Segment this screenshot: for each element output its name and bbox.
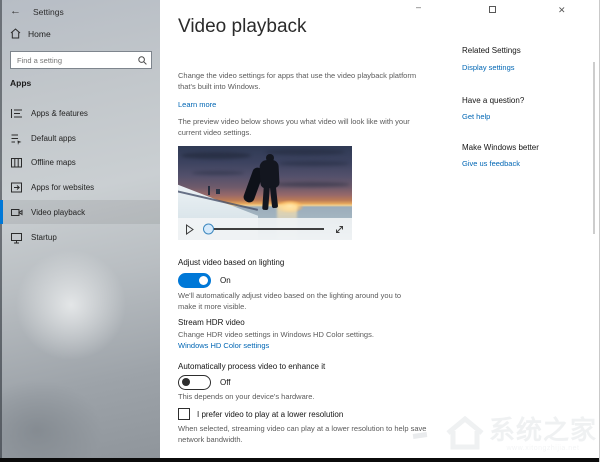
sidebar-item-label: Startup <box>31 233 57 242</box>
video-controls <box>178 218 352 240</box>
offline-maps-icon <box>10 156 23 169</box>
process-video-description: This depends on your device's hardware. <box>178 392 420 403</box>
learn-more-link[interactable]: Learn more <box>178 100 216 109</box>
intro-text: Change the video settings for apps that … <box>178 71 420 93</box>
sidebar-item-video-playback[interactable]: Video playback <box>0 200 160 224</box>
stream-hdr-label: Stream HDR video <box>178 318 245 327</box>
lower-resolution-description: When selected, streaming video can play … <box>178 424 430 446</box>
adjust-lighting-label: Adjust video based on lighting <box>178 258 284 267</box>
sidebar-item-label: Apps & features <box>31 109 88 118</box>
apps-for-websites-icon <box>10 181 23 194</box>
search-box[interactable] <box>10 51 152 69</box>
sidebar-item-apps-features[interactable]: Apps & features <box>0 101 160 125</box>
person-silhouette <box>251 154 291 218</box>
sidebar-item-label: Offline maps <box>31 158 76 167</box>
maximize-icon[interactable] <box>489 6 496 13</box>
get-help-link[interactable]: Get help <box>462 112 490 121</box>
process-video-toggle[interactable] <box>178 375 211 390</box>
process-video-label: Automatically process video to enhance i… <box>178 362 325 371</box>
search-icon[interactable] <box>138 56 151 65</box>
watermark-text: 系统之家 <box>489 417 597 443</box>
apps-features-icon <box>10 107 23 120</box>
related-settings-heading: Related Settings <box>462 46 521 55</box>
display-settings-link[interactable]: Display settings <box>462 63 515 72</box>
stream-hdr-description: Change HDR video settings in Windows HD … <box>178 330 420 341</box>
home-icon <box>10 28 21 39</box>
have-a-question-heading: Have a question? <box>462 96 524 105</box>
page-title: Video playback <box>178 16 307 38</box>
fullscreen-icon[interactable] <box>334 224 345 235</box>
sidebar-item-home[interactable]: Home <box>10 28 51 39</box>
give-us-feedback-link[interactable]: Give us feedback <box>462 159 520 168</box>
sidebar-item-label: Home <box>28 29 51 39</box>
video-preview[interactable] <box>178 146 352 240</box>
default-apps-icon <box>10 132 23 145</box>
seek-slider[interactable] <box>204 228 324 230</box>
startup-icon <box>10 231 23 244</box>
scrollbar[interactable] <box>593 62 596 234</box>
search-input[interactable] <box>11 52 138 68</box>
sidebar-item-apps-for-websites[interactable]: Apps for websites <box>0 175 160 199</box>
settings-window: ← Settings – ✕ Home Apps Apps & features <box>0 0 600 462</box>
video-playback-icon <box>10 206 23 219</box>
watermark: 系统之家 www.xitongzhijia.net <box>444 413 597 456</box>
sidebar-item-label: Apps for websites <box>31 183 94 192</box>
seek-slider-knob[interactable] <box>203 224 214 235</box>
sidebar-item-label: Video playback <box>31 208 85 217</box>
lower-resolution-checkbox[interactable] <box>178 408 190 420</box>
sidebar-item-label: Default apps <box>31 134 76 143</box>
play-icon[interactable] <box>185 224 194 235</box>
sidebar-section-apps: Apps <box>10 78 31 88</box>
sidebar-item-default-apps[interactable]: Default apps <box>0 126 160 150</box>
make-windows-better-heading: Make Windows better <box>462 143 539 152</box>
lower-resolution-label: I prefer video to play at a lower resolu… <box>197 410 343 419</box>
adjust-lighting-toggle[interactable] <box>178 273 211 288</box>
adjust-lighting-state: On <box>220 276 231 285</box>
adjust-lighting-description: We'll automatically adjust video based o… <box>178 291 420 313</box>
process-video-state: Off <box>220 378 231 387</box>
window-title: Settings <box>33 7 64 17</box>
window-bottom-edge <box>0 458 600 462</box>
back-arrow-icon[interactable]: ← <box>10 5 21 17</box>
preview-caption: The preview video below shows you what v… <box>178 117 420 139</box>
minimize-icon[interactable]: – <box>416 2 421 12</box>
hd-color-settings-link[interactable]: Windows HD Color settings <box>178 341 269 350</box>
watermark-house-icon <box>444 413 486 456</box>
close-icon[interactable]: ✕ <box>558 5 566 16</box>
sidebar-item-startup[interactable]: Startup <box>0 225 160 249</box>
watermark-subtext: www.xitongzhijia.net <box>489 445 597 452</box>
sidebar-item-offline-maps[interactable]: Offline maps <box>0 150 160 174</box>
